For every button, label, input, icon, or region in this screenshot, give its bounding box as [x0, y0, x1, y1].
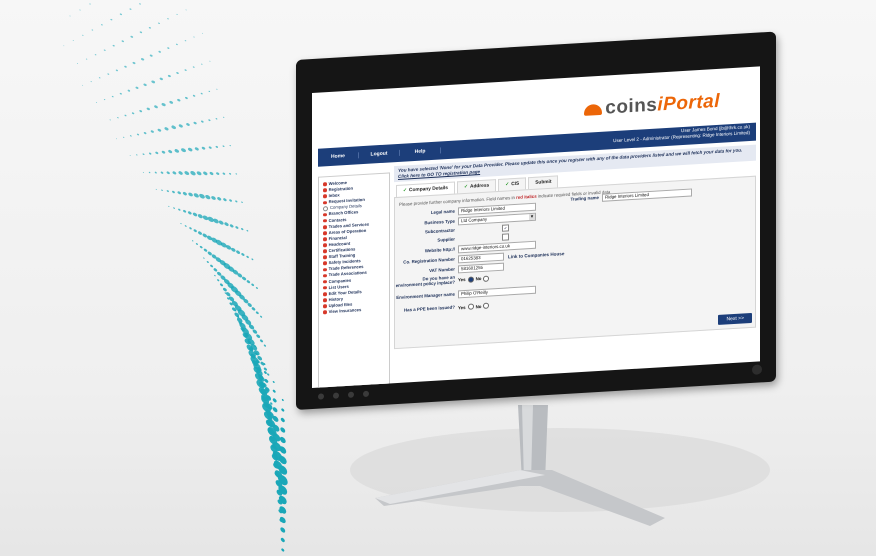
legal-name-label: Legal name [430, 208, 455, 215]
incomplete-status-icon [323, 279, 327, 284]
env-policy-yes-radio[interactable] [467, 276, 474, 283]
incomplete-status-icon [323, 298, 327, 303]
check-icon: ✓ [463, 184, 468, 191]
subcontractor-label: Subcontractor [424, 227, 455, 235]
incomplete-status-icon [323, 212, 327, 217]
reg-number-label: Co. Registration Number [403, 256, 455, 265]
trading-name-label: Trading name [570, 194, 599, 202]
incomplete-status-icon [323, 225, 327, 229]
sidebar-menu: Welcome Registration Inbox Request Invitati… [318, 172, 390, 389]
power-button[interactable] [752, 364, 762, 375]
subcontractor-checkbox[interactable]: ✓ [502, 224, 509, 232]
incomplete-status-icon [323, 286, 327, 290]
monitor-button[interactable] [348, 391, 354, 398]
nav-help[interactable]: Help [400, 147, 441, 156]
check-icon: ✓ [505, 182, 510, 188]
incomplete-status-icon [323, 249, 327, 254]
incomplete-status-icon [323, 261, 327, 266]
nav-home[interactable]: Home [318, 152, 359, 161]
website-label: Website http:// [424, 246, 455, 254]
check-icon: ✓ [403, 188, 408, 194]
monitor-button[interactable] [363, 390, 369, 398]
ppe-yes-radio[interactable] [467, 303, 474, 310]
main-content: You have selected 'None' for your Data P… [394, 144, 756, 350]
env-policy-label: Do you have an environment policy inplac… [395, 274, 455, 288]
incomplete-status-icon [323, 218, 327, 223]
companies-house-link[interactable]: Link to Companies House [508, 251, 564, 259]
incomplete-status-icon [323, 310, 327, 315]
env-policy-radios: Yes No [458, 275, 490, 283]
incomplete-status-icon [323, 237, 327, 242]
env-policy-no-radio[interactable] [483, 275, 490, 282]
user-info: User James Bond (jb@thrk.co.uk) User Lev… [613, 124, 750, 144]
incomplete-status-icon [323, 304, 327, 309]
ppe-no-radio[interactable] [483, 302, 490, 309]
incomplete-status-icon [323, 182, 327, 187]
ppe-label: Has a PPE been issued? [403, 304, 455, 313]
trading-name-field[interactable]: Ridge Interiors Limited [602, 188, 692, 202]
monitor-button[interactable] [318, 393, 324, 400]
complete-status-icon [323, 206, 328, 212]
logo-prefix: coins [605, 94, 658, 119]
incomplete-status-icon [323, 243, 327, 248]
env-manager-field[interactable]: Philip O'Reilly [458, 285, 536, 299]
coins-iportal-logo: coinsiPortal [584, 91, 720, 121]
env-manager-label: Environment Manager name [396, 291, 455, 300]
screen: coinsiPortal Home Logout Help User James… [312, 66, 760, 389]
incomplete-status-icon [323, 194, 327, 199]
vat-field[interactable]: 581601255 [458, 262, 504, 274]
logo-suffix: iPortal [657, 90, 720, 116]
monitor-bezel: coinsiPortal Home Logout Help User James… [296, 31, 776, 410]
monitor-button[interactable] [333, 392, 339, 399]
incomplete-status-icon [323, 200, 327, 205]
next-button[interactable]: Next >> [718, 312, 752, 325]
business-type-label: Business Type [424, 218, 455, 226]
supplier-label: Supplier [437, 236, 455, 243]
reg-number-field[interactable]: 01625383 [458, 252, 504, 264]
incomplete-status-icon [323, 188, 327, 193]
monitor: coinsiPortal Home Logout Help User James… [296, 31, 776, 410]
monitor-buttons [318, 390, 369, 400]
incomplete-status-icon [323, 255, 327, 260]
ppe-radios: Yes No [458, 302, 490, 311]
supplier-checkbox[interactable] [502, 233, 509, 241]
company-details-form: Please provide further company informati… [394, 175, 756, 350]
nav-logout[interactable]: Logout [359, 149, 400, 159]
hard-hat-icon [584, 103, 603, 116]
incomplete-status-icon [323, 273, 327, 278]
incomplete-status-icon [323, 292, 327, 296]
sidebar-item-label: View Insurances [328, 307, 362, 315]
incomplete-status-icon [323, 267, 327, 272]
incomplete-status-icon [323, 231, 327, 235]
